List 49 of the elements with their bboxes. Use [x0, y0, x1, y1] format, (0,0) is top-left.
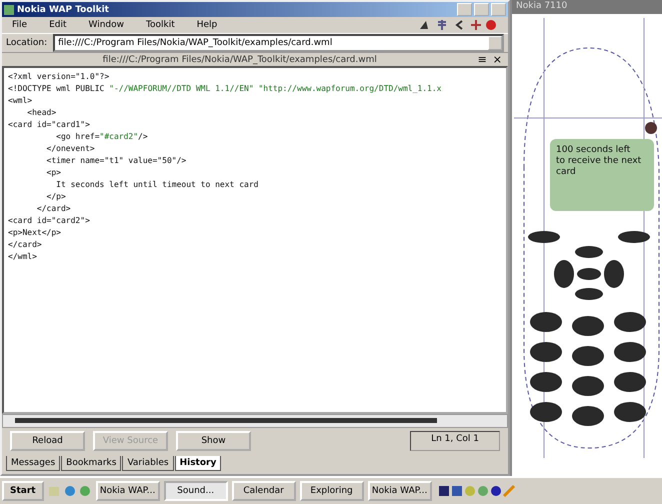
code-line: <?xml version="1.0"?>: [8, 71, 110, 83]
taskbar-button[interactable]: Nokia WAP...: [96, 481, 160, 501]
code-line: <timer name="t1" value="50"/>: [46, 155, 188, 167]
menu-item[interactable]: Toolkit: [146, 20, 175, 30]
code-line: <wml>: [8, 95, 34, 107]
close-icon[interactable]: ×: [492, 53, 502, 66]
tab[interactable]: Messages: [6, 456, 60, 471]
toolbar-icons-drawing[interactable]: [418, 19, 498, 31]
taskbar-button[interactable]: Nokia WAP...: [368, 481, 432, 501]
code-line: <p>: [46, 167, 62, 179]
code-line: <p>Next</p>: [8, 227, 62, 239]
menu-item[interactable]: Edit: [49, 20, 66, 30]
code-line: </onevent>: [46, 143, 96, 155]
location-label: Location:: [6, 38, 48, 48]
menu-item[interactable]: Window: [88, 20, 124, 30]
horizontal-scrollbar[interactable]: [2, 414, 508, 428]
code-line: </card>: [36, 203, 72, 215]
code-line: <card id="card1">: [8, 119, 91, 131]
document-title: file:///C:/Program Files/Nokia/WAP_Toolkit/examples/card.wml: [102, 54, 378, 64]
code-line: </card>: [8, 239, 43, 251]
phone-window-title: Nokia 7110: [512, 0, 662, 14]
code-line: It seconds left until timeout to next card: [55, 179, 260, 191]
code-line: </p>: [46, 191, 67, 203]
code-line: <!DOCTYPE wml PUBLIC "-//WAPFORUM//DTD WML 1.1//EN" "http://www.wapforum.org/DTD/wml_1.1.x: [8, 83, 442, 95]
menu-item[interactable]: Help: [196, 20, 218, 30]
status-field: Ln 1, Col 1: [410, 431, 500, 451]
taskbar-button[interactable]: Exploring: [300, 481, 364, 501]
tab[interactable]: Variables: [122, 456, 174, 471]
toolbar-button[interactable]: Reload: [10, 431, 85, 451]
location-field[interactable]: file:///C:/Program Files/Nokia/WAP_Toolkit/examples/card.wml: [53, 34, 504, 52]
menu-item[interactable]: File: [12, 20, 28, 30]
tab[interactable]: History: [174, 456, 222, 471]
start-button[interactable]: Start: [2, 481, 44, 501]
screen-text: to receive the next: [556, 156, 642, 167]
toolbar-button[interactable]: Show: [176, 431, 251, 451]
code-line: <head>: [26, 107, 58, 119]
tab[interactable]: Bookmarks: [61, 456, 122, 471]
screen-text: 100 seconds left: [556, 145, 632, 156]
taskbar-button[interactable]: Calendar: [232, 481, 296, 501]
taskbar-button[interactable]: Sound...: [164, 481, 228, 501]
app-icon: [4, 4, 14, 14]
code-line: <card id="card2">: [8, 215, 91, 227]
code-line: <go href="#card2"/>: [55, 131, 149, 143]
system-tray-icons-drawing[interactable]: [438, 484, 516, 498]
window-title: Nokia WAP Toolkit: [17, 4, 110, 14]
code-line: </wml>: [8, 251, 38, 263]
quick-launch-icons-drawing[interactable]: [48, 484, 92, 498]
menu-icon[interactable]: ≡: [478, 53, 487, 66]
screen-text: card: [556, 167, 577, 178]
